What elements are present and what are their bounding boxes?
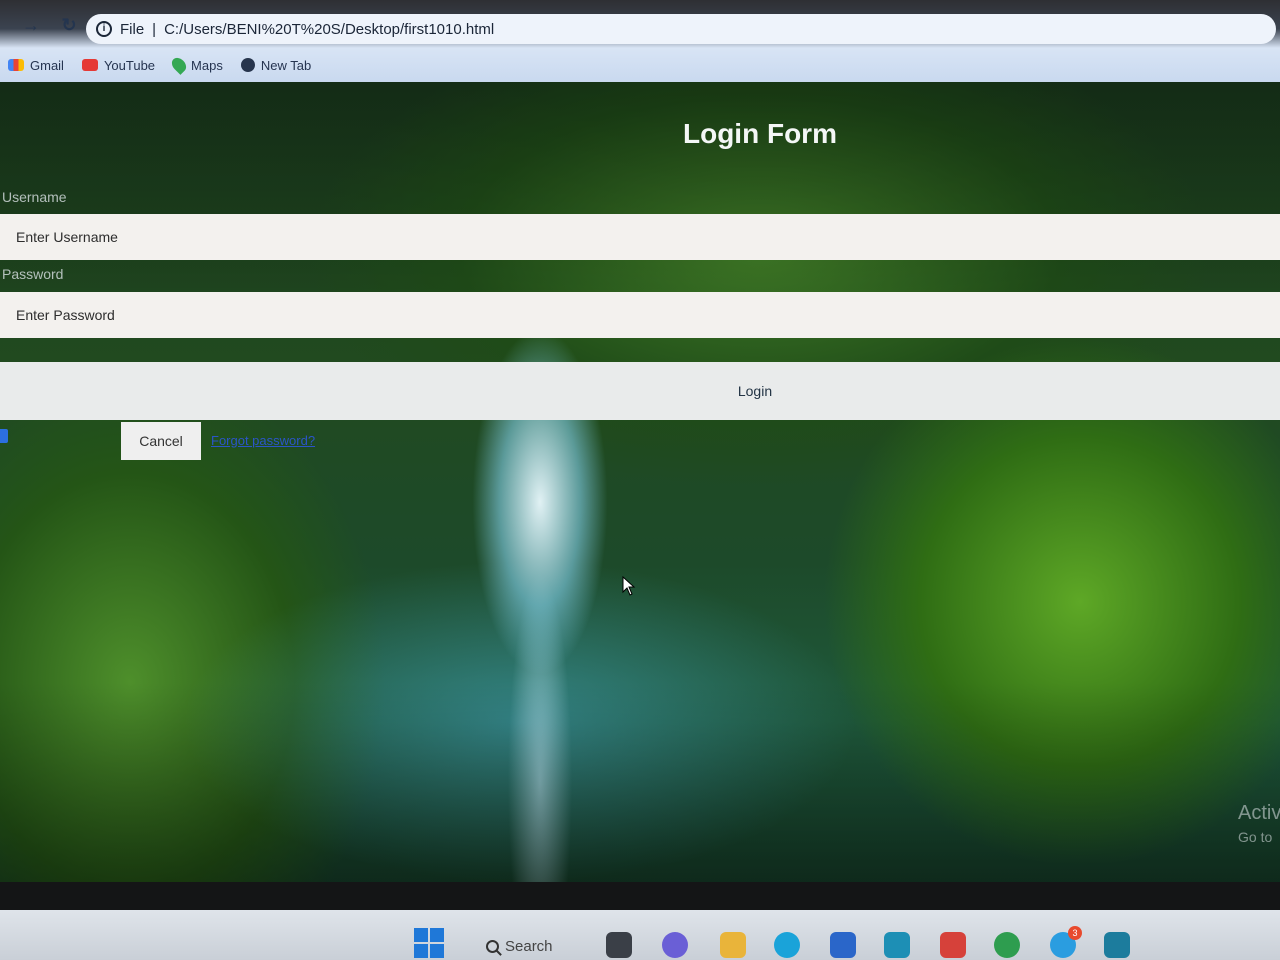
chrome-icon[interactable] xyxy=(994,932,1020,958)
activate-windows-watermark: Activ Go to xyxy=(1238,802,1280,845)
taskbar: Search 3 xyxy=(0,910,1280,960)
forward-icon[interactable]: → xyxy=(20,14,42,36)
password-input[interactable] xyxy=(0,292,1280,338)
password-label: Password xyxy=(2,266,64,282)
page-title: Login Form xyxy=(683,118,837,149)
edge-browser-icon[interactable] xyxy=(774,932,800,958)
notification-badge: 3 xyxy=(1068,926,1082,940)
task-view-icon[interactable] xyxy=(606,932,632,958)
browser-toolbar: → ↻ i File | C:/Users/BENI%20T%20S/Deskt… xyxy=(0,0,1280,48)
nav-buttons: → ↻ xyxy=(20,14,80,36)
mouse-cursor-icon xyxy=(622,576,636,596)
chat-icon[interactable] xyxy=(662,932,688,958)
youtube-icon xyxy=(81,59,98,71)
bookmark-youtube[interactable]: YouTube xyxy=(81,57,156,73)
watermark-subtitle: Go to xyxy=(1238,829,1273,845)
bookmark-gmail[interactable]: Gmail xyxy=(8,58,64,73)
app-icon[interactable] xyxy=(884,932,910,958)
windows-start-icon[interactable] xyxy=(414,928,444,958)
bookmark-new-tab[interactable]: New Tab xyxy=(240,57,312,73)
forgot-password-link[interactable]: Forgot password? xyxy=(211,433,315,448)
notepad-icon[interactable] xyxy=(1104,932,1130,958)
bookmark-label: New Tab xyxy=(260,57,312,73)
watermark-title: Activ xyxy=(1238,802,1280,824)
bookmark-label: Maps xyxy=(191,57,223,73)
username-label: Username xyxy=(2,189,67,205)
store-icon[interactable] xyxy=(830,932,856,958)
screen-bezel xyxy=(0,882,1280,910)
file-label: File xyxy=(120,20,145,38)
username-input[interactable] xyxy=(0,214,1280,260)
bookmarks-bar: Gmail YouTube Maps New Tab xyxy=(0,48,1280,82)
maps-icon xyxy=(169,55,189,75)
taskbar-search[interactable]: Search xyxy=(486,932,586,960)
file-explorer-icon[interactable] xyxy=(720,932,746,958)
login-button[interactable]: Login xyxy=(0,362,1280,420)
info-icon[interactable]: i xyxy=(96,21,112,37)
page-viewport: Login Form Username Password Login Cance… xyxy=(0,82,1280,882)
bookmark-label: YouTube xyxy=(103,57,156,73)
address-bar[interactable]: i File | C:/Users/BENI%20T%20S/Desktop/f… xyxy=(86,14,1276,44)
search-label: Search xyxy=(505,937,553,955)
search-icon xyxy=(486,939,499,953)
mail-app-icon[interactable] xyxy=(940,932,966,958)
remember-checkbox[interactable] xyxy=(0,429,8,443)
url-text[interactable]: C:/Users/BENI%20T%20S/Desktop/first1010.… xyxy=(164,21,494,38)
telegram-icon[interactable]: 3 xyxy=(1050,926,1082,958)
cancel-button[interactable]: Cancel xyxy=(121,422,201,460)
address-separator: | xyxy=(152,20,157,38)
gmail-icon xyxy=(8,59,24,71)
bookmark-label: Gmail xyxy=(30,57,64,73)
reload-icon[interactable]: ↻ xyxy=(58,14,80,36)
new-tab-icon xyxy=(240,58,255,72)
bookmark-maps[interactable]: Maps xyxy=(169,55,223,75)
